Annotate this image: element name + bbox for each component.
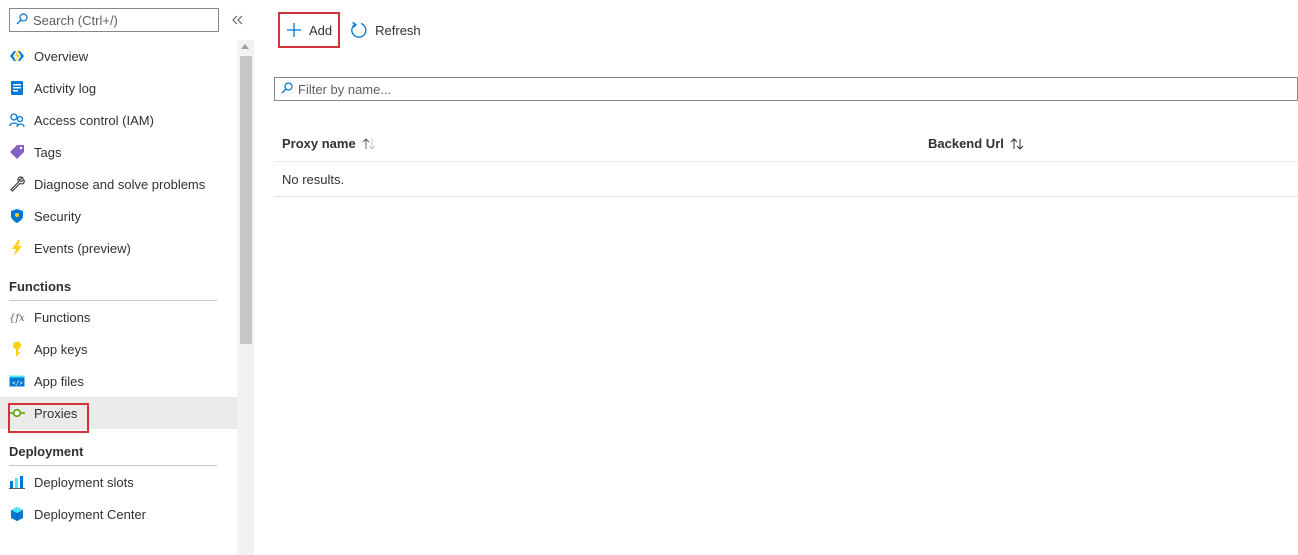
sidebar-item-access-control[interactable]: Access control (IAM) <box>0 104 237 136</box>
sidebar: Overview Activity log Access control (IA… <box>0 0 237 555</box>
section-header-functions: Functions <box>0 264 237 301</box>
svg-text:{fx}: {fx} <box>9 313 25 324</box>
search-icon <box>16 12 28 28</box>
scroll-up-arrow-icon[interactable] <box>241 44 249 49</box>
sidebar-item-label: Proxies <box>34 405 78 421</box>
tag-icon <box>9 144 25 160</box>
sidebar-item-label: Access control (IAM) <box>34 112 154 128</box>
section-title: Functions <box>9 279 72 294</box>
sidebar-item-label: Events (preview) <box>34 240 131 256</box>
sidebar-item-label: App keys <box>34 341 88 357</box>
filter-by-name-input[interactable] <box>298 81 1198 97</box>
sidebar-item-security[interactable]: Security <box>0 200 237 232</box>
sidebar-item-events[interactable]: Events (preview) <box>0 232 237 264</box>
people-icon <box>9 112 25 128</box>
sidebar-item-diagnose[interactable]: Diagnose and solve problems <box>0 168 237 200</box>
sidebar-search-input[interactable] <box>33 12 213 28</box>
no-results-text: No results. <box>282 171 345 187</box>
sidebar-item-label: Deployment slots <box>34 474 134 490</box>
lightning-bolt-icon <box>9 48 25 64</box>
proxies-grid: Proxy name Backend Url No results. <box>274 126 1298 197</box>
sidebar-item-tags[interactable]: Tags <box>0 136 237 168</box>
refresh-button-label: Refresh <box>375 22 421 38</box>
refresh-button[interactable]: Refresh <box>344 12 427 48</box>
sidebar-scrollbar-thumb[interactable] <box>240 56 252 344</box>
sidebar-item-label: Tags <box>34 144 62 160</box>
svg-text:</>: </> <box>12 380 23 387</box>
sidebar-item-deployment-center[interactable]: Deployment Center <box>0 498 237 530</box>
function-icon: {fx} <box>9 309 25 325</box>
sidebar-item-label: Diagnose and solve problems <box>34 176 206 192</box>
sidebar-item-label: Overview <box>34 48 89 64</box>
sidebar-nav: Overview Activity log Access control (IA… <box>0 40 237 530</box>
code-file-icon: </> <box>9 373 25 389</box>
sidebar-item-activity-log[interactable]: Activity log <box>0 72 237 104</box>
proxy-icon <box>9 405 25 421</box>
double-chevron-left-icon <box>232 15 243 25</box>
column-header-label: Proxy name <box>282 136 356 151</box>
sort-icon <box>1010 137 1024 150</box>
column-header-label: Backend Url <box>928 136 1004 151</box>
grid-header-row: Proxy name Backend Url <box>274 126 1298 162</box>
section-title: Deployment <box>9 444 84 459</box>
filter-box[interactable] <box>274 77 1298 101</box>
column-header-proxy-name[interactable]: Proxy name <box>274 136 920 151</box>
sidebar-search[interactable] <box>9 8 219 32</box>
sidebar-item-deployment-slots[interactable]: Deployment slots <box>0 466 237 498</box>
grid-empty-row: No results. <box>274 162 1298 197</box>
add-button[interactable]: Add <box>278 12 341 48</box>
command-bar: Add Refresh <box>274 12 427 48</box>
sidebar-item-label: App files <box>34 373 84 389</box>
sidebar-item-label: Security <box>34 208 81 224</box>
sidebar-item-label: Deployment Center <box>34 506 146 522</box>
sidebar-item-overview[interactable]: Overview <box>0 40 237 72</box>
plus-icon <box>286 22 302 38</box>
sidebar-item-label: Functions <box>34 309 91 325</box>
shield-icon <box>9 208 25 224</box>
wrench-icon <box>9 176 25 192</box>
collapse-sidebar-button[interactable] <box>229 11 247 29</box>
sidebar-item-app-files[interactable]: </> App files <box>0 365 237 397</box>
add-button-label: Add <box>309 22 333 38</box>
bolt-icon <box>9 240 25 256</box>
sidebar-item-label: Activity log <box>34 80 97 96</box>
column-header-backend-url[interactable]: Backend Url <box>920 136 1298 151</box>
search-icon <box>281 81 293 97</box>
sidebar-item-functions[interactable]: {fx} Functions <box>0 301 237 333</box>
section-header-deployment: Deployment <box>0 429 237 466</box>
sort-icon <box>362 137 376 150</box>
sidebar-item-proxies[interactable]: Proxies <box>0 397 237 429</box>
key-icon <box>9 341 25 357</box>
refresh-icon <box>350 21 368 39</box>
cube-icon <box>9 506 25 522</box>
sidebar-item-app-keys[interactable]: App keys <box>0 333 237 365</box>
document-log-icon <box>9 80 25 96</box>
slots-icon <box>9 474 25 490</box>
